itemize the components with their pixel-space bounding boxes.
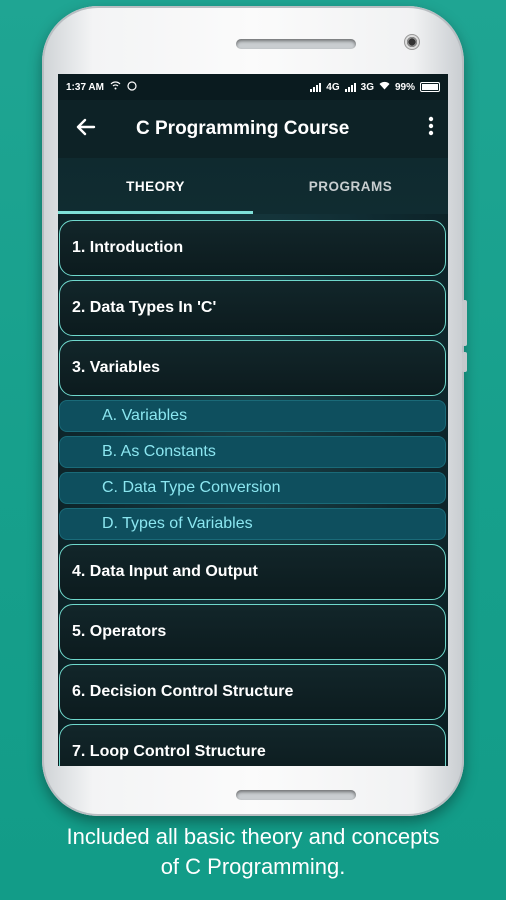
network-type-2: 3G xyxy=(360,81,374,93)
network-type-1: 4G xyxy=(326,81,340,93)
chapter-list: 1. Introduction 2. Data Types In 'C' 3. … xyxy=(58,214,448,766)
subtopic-item-types-of-variables[interactable]: D. Types of Variables xyxy=(59,508,446,540)
app-screen: 1:37 AM 4G 3G 99% C Programming Course T… xyxy=(58,74,448,766)
signal-icon xyxy=(310,82,322,92)
power-button xyxy=(462,352,467,372)
status-time: 1:37 AM xyxy=(66,81,104,93)
app-toolbar: C Programming Course xyxy=(58,100,448,158)
chapter-item-loop-control[interactable]: 7. Loop Control Structure xyxy=(59,724,446,766)
wifi-call-icon xyxy=(110,81,121,93)
tab-programs[interactable]: PROGRAMS xyxy=(253,158,448,214)
subtopic-item-type-conversion[interactable]: C. Data Type Conversion xyxy=(59,472,446,504)
wifi-icon xyxy=(379,81,390,93)
chapter-item-introduction[interactable]: 1. Introduction xyxy=(59,220,446,276)
page-title: C Programming Course xyxy=(136,118,350,139)
subtopic-item-constants[interactable]: B. As Constants xyxy=(59,436,446,468)
caption-line-1: Included all basic theory and concepts xyxy=(66,824,440,849)
chapter-item-variables[interactable]: 3. Variables xyxy=(59,340,446,396)
tab-theory[interactable]: THEORY xyxy=(58,158,253,214)
tab-bar: THEORY PROGRAMS xyxy=(58,158,448,214)
chapter-item-operators[interactable]: 5. Operators xyxy=(59,604,446,660)
chapter-item-data-types[interactable]: 2. Data Types In 'C' xyxy=(59,280,446,336)
speaker-grille xyxy=(236,39,356,49)
battery-icon xyxy=(420,82,440,92)
status-bar: 1:37 AM 4G 3G 99% xyxy=(58,74,448,100)
subtopic-item-variables[interactable]: A. Variables xyxy=(59,400,446,432)
arrow-back-icon[interactable] xyxy=(58,116,114,142)
more-vert-icon[interactable] xyxy=(428,116,434,140)
battery-percent: 99% xyxy=(394,81,415,93)
promo-caption: Included all basic theory and concepts o… xyxy=(0,822,506,882)
front-camera xyxy=(404,34,420,50)
bottom-speaker xyxy=(236,790,356,800)
chapter-item-input-output[interactable]: 4. Data Input and Output xyxy=(59,544,446,600)
volume-button xyxy=(462,300,467,346)
tab-indicator xyxy=(58,211,253,214)
chapter-item-decision-control[interactable]: 6. Decision Control Structure xyxy=(59,664,446,720)
whatsapp-icon xyxy=(127,80,137,94)
signal-icon xyxy=(344,82,356,92)
caption-line-2: of C Programming. xyxy=(160,854,346,879)
